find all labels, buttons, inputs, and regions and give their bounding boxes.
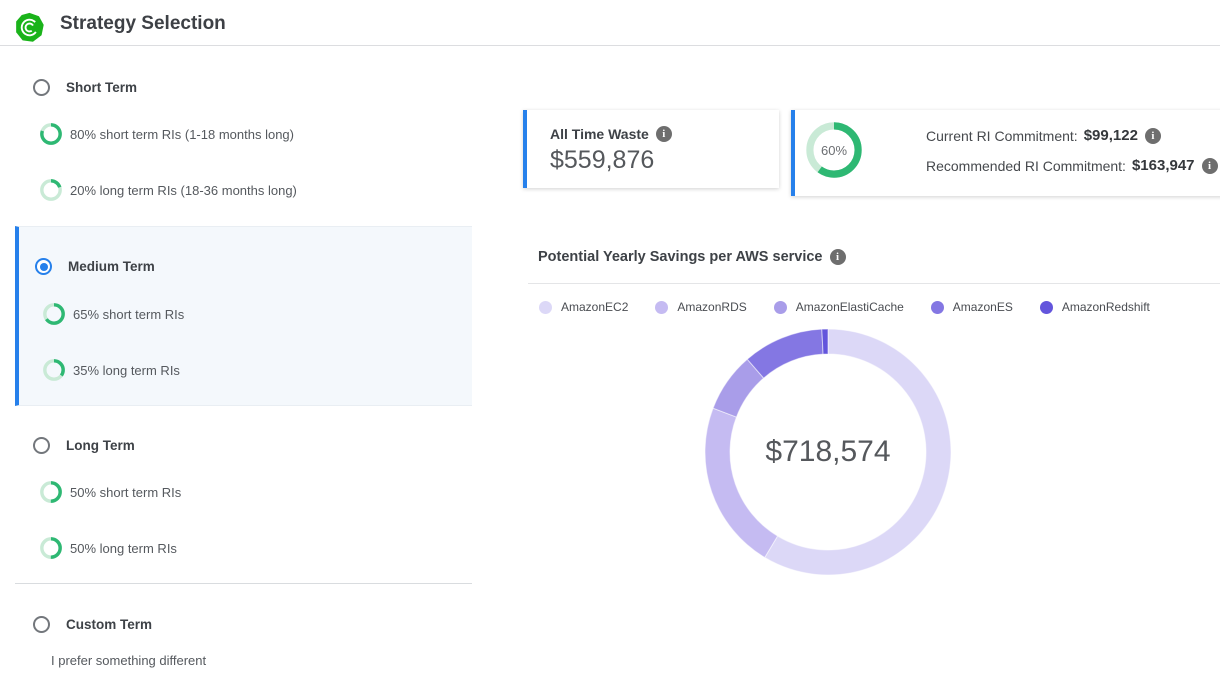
option-long-term[interactable]: Long Term	[33, 437, 135, 454]
item-label: 35% long term RIs	[73, 363, 180, 378]
ri-commitment-card: 60% Current RI Commitment: $99,122 i Rec…	[791, 110, 1220, 196]
legend-label: AmazonRDS	[677, 300, 746, 314]
radio-custom-term[interactable]	[33, 616, 50, 633]
option-label: Medium Term	[68, 259, 155, 274]
pie-segment-AmazonEC2[interactable]	[765, 329, 951, 575]
legend-item-AmazonElastiCache[interactable]: AmazonElastiCache	[774, 300, 904, 314]
medium-term-item-2: 35% long term RIs	[43, 359, 180, 381]
option-label: Custom Term	[66, 617, 152, 632]
legend-label: AmazonRedshift	[1062, 300, 1150, 314]
waste-card-title: All Time Waste	[550, 126, 649, 142]
legend-label: AmazonES	[953, 300, 1013, 314]
mini-donut-icon	[40, 123, 62, 145]
mini-donut-icon	[40, 537, 62, 559]
all-time-waste-value: $559,876	[550, 146, 654, 175]
pie-segment-AmazonES[interactable]	[747, 329, 823, 378]
sidebar-divider	[15, 583, 472, 584]
savings-donut-chart[interactable]: $718,574	[693, 317, 963, 587]
option-medium-term[interactable]: Medium Term	[35, 258, 155, 275]
cloudability-logo-icon	[14, 12, 45, 43]
option-label: Long Term	[66, 438, 135, 453]
short-term-item-1: 80% short term RIs (1-18 months long)	[40, 123, 294, 145]
long-term-item-1: 50% short term RIs	[40, 481, 181, 503]
legend-dot-icon	[1040, 301, 1053, 314]
info-icon[interactable]: i	[1145, 128, 1161, 144]
item-label: 50% long term RIs	[70, 541, 177, 556]
legend-dot-icon	[774, 301, 787, 314]
commitment-gauge-percent: 60%	[806, 122, 862, 178]
option-short-term[interactable]: Short Term	[33, 79, 137, 96]
mini-donut-icon	[40, 481, 62, 503]
item-label: 50% short term RIs	[70, 485, 181, 500]
page-title: Strategy Selection	[60, 13, 226, 35]
legend-item-AmazonEC2[interactable]: AmazonEC2	[539, 300, 628, 314]
recommended-commitment-value: $163,947	[1132, 157, 1195, 174]
mini-donut-icon	[43, 359, 65, 381]
medium-term-item-1: 65% short term RIs	[43, 303, 184, 325]
item-label: 65% short term RIs	[73, 307, 184, 322]
radio-medium-term[interactable]	[35, 258, 52, 275]
mini-donut-icon	[40, 179, 62, 201]
legend-item-AmazonRDS[interactable]: AmazonRDS	[655, 300, 746, 314]
legend-dot-icon	[539, 301, 552, 314]
option-custom-term[interactable]: Custom Term	[33, 616, 152, 633]
current-commitment-row: Current RI Commitment: $99,122 i	[926, 127, 1161, 144]
chart-title: Potential Yearly Savings per AWS service	[538, 249, 823, 265]
legend-item-AmazonRedshift[interactable]: AmazonRedshift	[1040, 300, 1150, 314]
recommended-commitment-row: Recommended RI Commitment: $163,947 i	[926, 157, 1218, 174]
all-time-waste-card: All Time Waste i $559,876	[523, 110, 779, 188]
item-label: 80% short term RIs (1-18 months long)	[70, 127, 294, 142]
legend-dot-icon	[655, 301, 668, 314]
strategy-selection-page: Strategy Selection Short Term 80% short …	[0, 0, 1220, 691]
mini-donut-icon	[43, 303, 65, 325]
radio-long-term[interactable]	[33, 437, 50, 454]
chart-title-row: Potential Yearly Savings per AWS service…	[538, 249, 846, 265]
pie-segment-AmazonRedshift[interactable]	[822, 329, 828, 354]
current-commitment-value: $99,122	[1084, 127, 1138, 144]
option-medium-term-selected-panel[interactable]: Medium Term 65% short term RIs 35% long …	[15, 226, 472, 406]
custom-term-description: I prefer something different	[51, 653, 206, 668]
short-term-item-2: 20% long term RIs (18-36 months long)	[40, 179, 297, 201]
info-icon[interactable]: i	[830, 249, 846, 265]
info-icon[interactable]: i	[656, 126, 672, 142]
option-label: Short Term	[66, 80, 137, 95]
legend-label: AmazonEC2	[561, 300, 628, 314]
current-commitment-label: Current RI Commitment:	[926, 128, 1078, 144]
legend-label: AmazonElastiCache	[796, 300, 904, 314]
radio-short-term[interactable]	[33, 79, 50, 96]
item-label: 20% long term RIs (18-36 months long)	[70, 183, 297, 198]
pie-segment-AmazonRDS[interactable]	[705, 408, 778, 557]
page-header: Strategy Selection	[0, 0, 1220, 46]
legend-dot-icon	[931, 301, 944, 314]
chart-legend: AmazonEC2 AmazonRDS AmazonElastiCache Amazo…	[539, 300, 1177, 314]
recommended-commitment-label: Recommended RI Commitment:	[926, 158, 1126, 174]
legend-item-AmazonES[interactable]: AmazonES	[931, 300, 1013, 314]
info-icon[interactable]: i	[1202, 158, 1218, 174]
chart-divider	[528, 283, 1220, 284]
long-term-item-2: 50% long term RIs	[40, 537, 177, 559]
